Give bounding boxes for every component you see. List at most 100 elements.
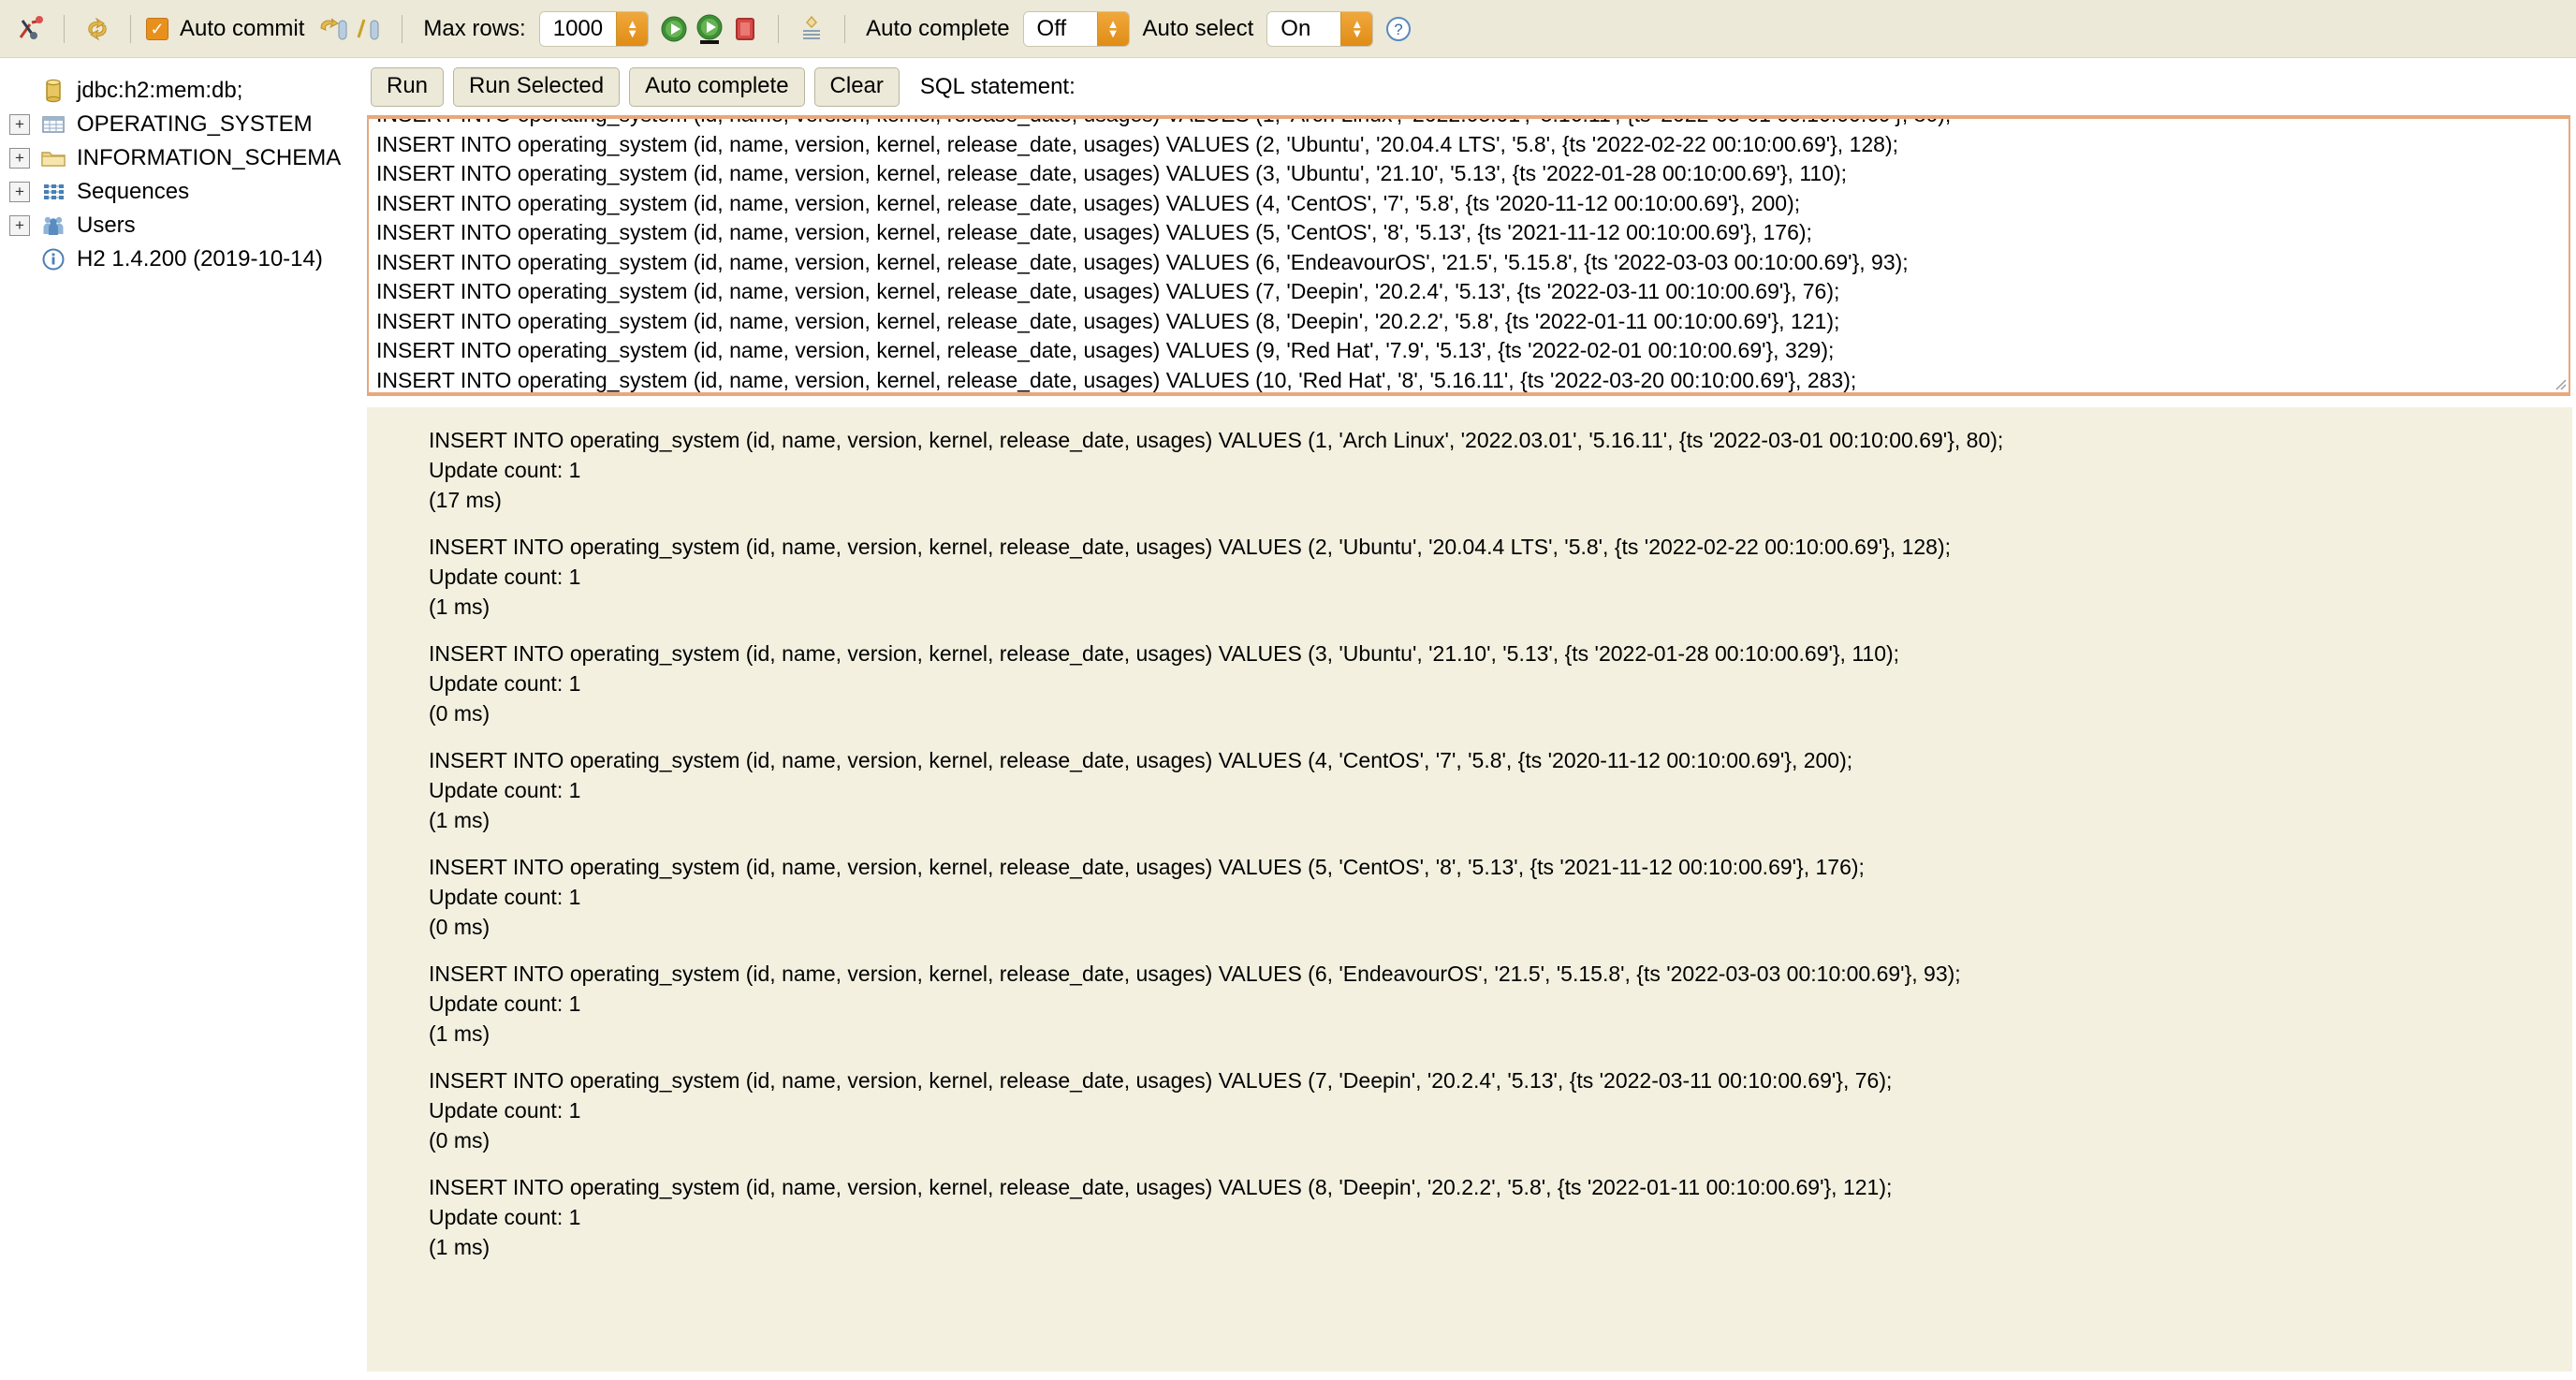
users-icon bbox=[39, 213, 67, 239]
sql-line: INSERT INTO operating_system (id, name, … bbox=[376, 220, 1812, 244]
result-sql-text: INSERT INTO operating_system (id, name, … bbox=[429, 535, 1952, 559]
stop-icon[interactable] bbox=[727, 11, 763, 47]
expand-toggle-icon[interactable]: + bbox=[9, 148, 30, 169]
result-sql-text: INSERT INTO operating_system (id, name, … bbox=[429, 1175, 1893, 1199]
rollback-icon[interactable] bbox=[351, 11, 387, 47]
result-execution-time: (0 ms) bbox=[429, 915, 490, 939]
result-block: INSERT INTO operating_system (id, name, … bbox=[429, 643, 2572, 725]
sidebar-item-sequences[interactable]: + Sequences bbox=[9, 175, 363, 209]
sidebar-item-version-info[interactable]: H2 1.4.200 (2019-10-14) bbox=[9, 242, 363, 276]
toolbar-separator-4 bbox=[778, 14, 780, 43]
result-execution-time: (0 ms) bbox=[429, 1128, 490, 1152]
database-tree-sidebar: jdbc:h2:mem:db; + OPERATING_SYSTEM + INF… bbox=[0, 59, 363, 1380]
result-update-count: Update count: 1 bbox=[429, 565, 581, 589]
toolbar-separator-2 bbox=[130, 14, 131, 43]
result-block: INSERT INTO operating_system (id, name, … bbox=[429, 1070, 2572, 1152]
run-selected-button[interactable]: Run Selected bbox=[453, 67, 621, 107]
result-block: INSERT INTO operating_system (id, name, … bbox=[429, 963, 2572, 1045]
result-sql-text: INSERT INTO operating_system (id, name, … bbox=[429, 641, 1900, 666]
result-sql-text: INSERT INTO operating_system (id, name, … bbox=[429, 748, 1853, 772]
history-icon[interactable] bbox=[794, 11, 829, 47]
sql-main-pane: Run Run Selected Auto complete Clear SQL… bbox=[363, 59, 2576, 1380]
sql-line: INSERT INTO operating_system (id, name, … bbox=[376, 367, 1857, 392]
sql-editor-textarea[interactable]: INSERT INTO operating_system (id, name, … bbox=[367, 115, 2570, 396]
result-execution-time: (0 ms) bbox=[429, 701, 490, 726]
run-selected-icon[interactable] bbox=[692, 11, 727, 47]
sidebar-item-information-schema[interactable]: + INFORMATION_SCHEMA bbox=[9, 141, 363, 175]
result-block: INSERT INTO operating_system (id, name, … bbox=[429, 1177, 2572, 1258]
auto-commit-checkbox[interactable]: ✓ Auto commit bbox=[146, 16, 310, 42]
sql-line: INSERT INTO operating_system (id, name, … bbox=[376, 308, 1840, 333]
sql-statement-label: SQL statement: bbox=[919, 74, 1076, 99]
auto-select-value[interactable]: On bbox=[1267, 11, 1341, 46]
result-block: INSERT INTO operating_system (id, name, … bbox=[429, 536, 2572, 618]
svg-text:?: ? bbox=[1395, 21, 1403, 38]
sql-line: INSERT INTO operating_system (id, name, … bbox=[376, 190, 1801, 215]
result-execution-time: (1 ms) bbox=[429, 1235, 490, 1259]
resize-grip[interactable] bbox=[2552, 375, 2567, 390]
info-icon bbox=[39, 246, 67, 272]
auto-select-arrows-icon[interactable]: ▲ ▼ bbox=[1340, 11, 1373, 46]
toolbar-separator-1 bbox=[64, 14, 65, 43]
result-update-count: Update count: 1 bbox=[429, 1205, 581, 1229]
refresh-icon[interactable] bbox=[80, 11, 115, 47]
sidebar-item-label: jdbc:h2:mem:db; bbox=[77, 78, 243, 103]
sql-line: INSERT INTO operating_system (id, name, … bbox=[376, 279, 1840, 303]
result-update-count: Update count: 1 bbox=[429, 991, 581, 1016]
sidebar-item-label: OPERATING_SYSTEM bbox=[77, 111, 313, 137]
max-rows-label: Max rows: bbox=[423, 15, 526, 41]
result-sql-text: INSERT INTO operating_system (id, name, … bbox=[429, 855, 1865, 879]
folder-icon bbox=[39, 145, 67, 171]
result-sql-text: INSERT INTO operating_system (id, name, … bbox=[429, 962, 1961, 986]
auto-select-label: Auto select bbox=[1142, 15, 1254, 41]
sidebar-item-label: INFORMATION_SCHEMA bbox=[77, 145, 342, 170]
sidebar-item-connection[interactable]: jdbc:h2:mem:db; bbox=[9, 74, 363, 108]
table-icon bbox=[39, 111, 67, 138]
help-icon[interactable]: ? bbox=[1381, 11, 1416, 47]
clear-button[interactable]: Clear bbox=[813, 67, 900, 107]
result-block: INSERT INTO operating_system (id, name, … bbox=[429, 857, 2572, 938]
sql-line: INSERT INTO operating_system (id, name, … bbox=[376, 131, 1899, 156]
result-sql-text: INSERT INTO operating_system (id, name, … bbox=[429, 428, 2004, 452]
max-rows-stepper[interactable]: 1000 ▲ ▼ bbox=[538, 10, 650, 47]
result-update-count: Update count: 1 bbox=[429, 671, 581, 696]
result-update-count: Update count: 1 bbox=[429, 458, 581, 482]
sidebar-item-label: Users bbox=[77, 213, 136, 238]
result-block: INSERT INTO operating_system (id, name, … bbox=[429, 430, 2572, 511]
expand-toggle-icon[interactable]: + bbox=[9, 114, 30, 135]
commit-icon[interactable] bbox=[315, 11, 351, 47]
result-update-count: Update count: 1 bbox=[429, 778, 581, 802]
sql-line: INSERT INTO operating_system (id, name, … bbox=[376, 338, 1835, 362]
toolbar: ✓ Auto commit Max rows: 1000 ▲ ▼ Auto co… bbox=[0, 0, 2576, 58]
auto-complete-arrows-icon[interactable]: ▲ ▼ bbox=[1096, 11, 1129, 46]
result-block: INSERT INTO operating_system (id, name, … bbox=[429, 750, 2572, 831]
result-execution-time: (1 ms) bbox=[429, 595, 490, 619]
sequences-icon bbox=[39, 179, 67, 205]
auto-complete-label: Auto complete bbox=[866, 15, 1010, 41]
run-button[interactable]: Run bbox=[371, 67, 445, 107]
checkbox-check-icon: ✓ bbox=[146, 17, 168, 40]
toolbar-separator-5 bbox=[844, 14, 846, 43]
sql-results-panel: INSERT INTO operating_system (id, name, … bbox=[367, 407, 2572, 1372]
auto-commit-label: Auto commit bbox=[180, 15, 305, 41]
disconnect-icon[interactable] bbox=[13, 11, 49, 47]
sidebar-item-label: Sequences bbox=[77, 179, 190, 204]
sidebar-item-users[interactable]: + Users bbox=[9, 209, 363, 242]
expand-toggle-icon[interactable]: + bbox=[9, 182, 30, 202]
run-icon[interactable] bbox=[656, 11, 692, 47]
auto-select-select[interactable]: On ▲ ▼ bbox=[1266, 10, 1374, 47]
database-icon bbox=[39, 78, 67, 104]
sidebar-item-operating-system[interactable]: + OPERATING_SYSTEM bbox=[9, 108, 363, 141]
sql-line: INSERT INTO operating_system (id, name, … bbox=[376, 161, 1848, 185]
result-update-count: Update count: 1 bbox=[429, 1098, 581, 1123]
auto-complete-select[interactable]: Off ▲ ▼ bbox=[1022, 10, 1130, 47]
auto-complete-button[interactable]: Auto complete bbox=[629, 67, 805, 107]
max-rows-value[interactable]: 1000 bbox=[539, 11, 617, 46]
auto-complete-value[interactable]: Off bbox=[1023, 11, 1097, 46]
sql-editor-content[interactable]: INSERT INTO operating_system (id, name, … bbox=[369, 119, 2569, 392]
expand-toggle-icon[interactable]: + bbox=[9, 215, 30, 236]
sql-line: INSERT INTO operating_system (id, name, … bbox=[376, 119, 2561, 130]
stepper-arrows-icon[interactable]: ▲ ▼ bbox=[616, 11, 649, 46]
sql-line: INSERT INTO operating_system (id, name, … bbox=[376, 249, 1909, 274]
result-execution-time: (1 ms) bbox=[429, 1021, 490, 1046]
